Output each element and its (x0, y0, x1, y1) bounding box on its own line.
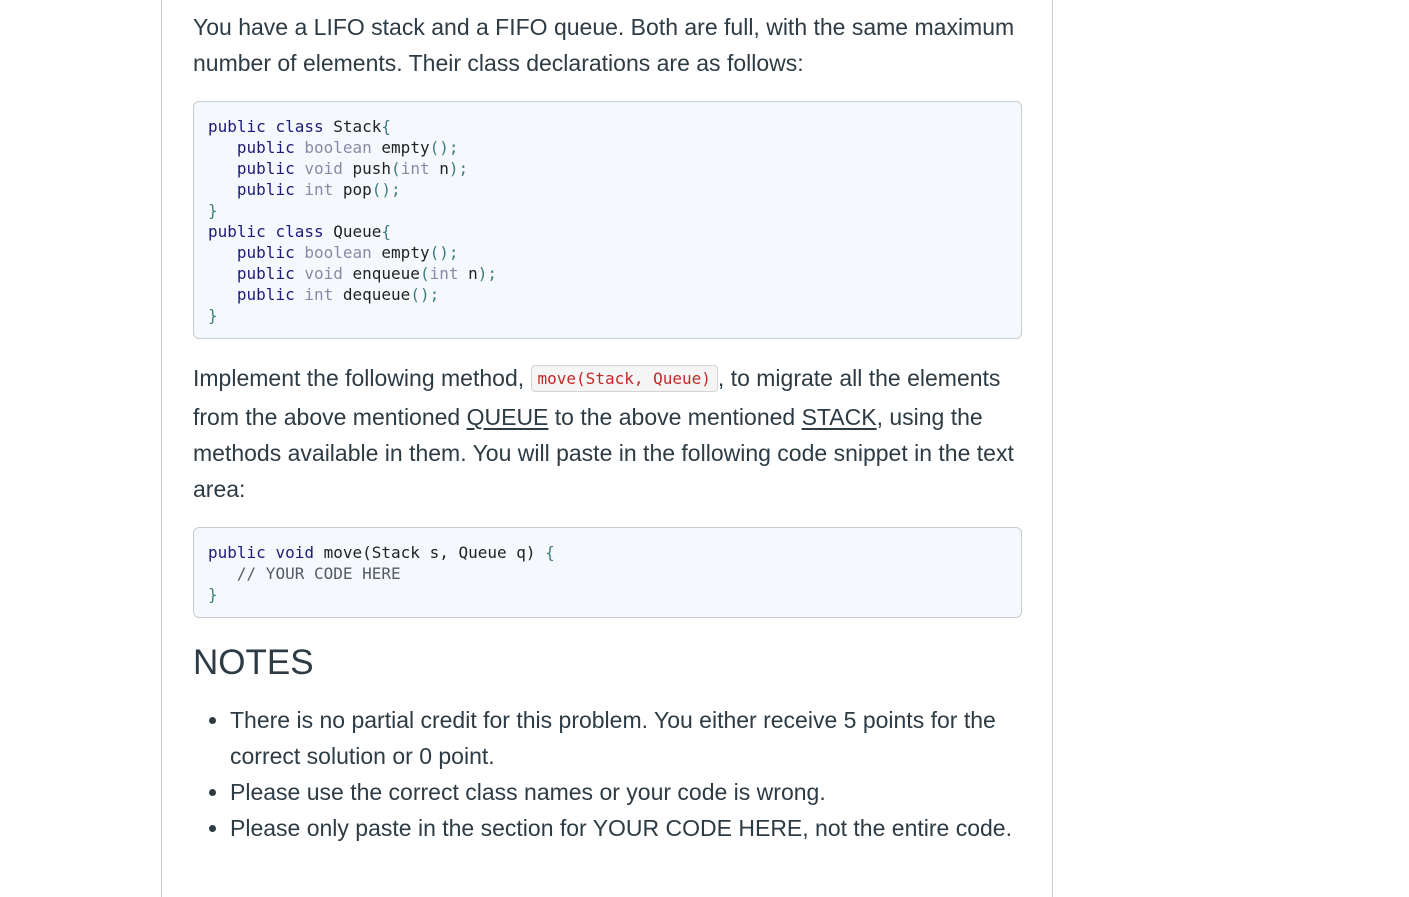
task-paragraph: Implement the following method, move(Sta… (193, 360, 1023, 507)
question-content: You have a LIFO stack and a FIFO queue. … (193, 0, 1023, 846)
code-line-queue-dequeue: public int dequeue(); (236, 285, 440, 304)
task-text-1: Implement the following method, (193, 365, 531, 391)
code-line-queue-empty: public boolean empty(); (236, 243, 459, 262)
method-inline-code: move(Stack, Queue) (530, 365, 718, 392)
code-line-signature: public void move(Stack s, Queue q) { (208, 543, 555, 562)
code-line-stack-empty: public boolean empty(); (236, 138, 459, 157)
code-line-queue-close: } (208, 306, 218, 325)
method-snippet-code-block: public void move(Stack s, Queue q) { // … (193, 527, 1022, 618)
code-line-method-close: } (208, 585, 218, 604)
code-line-comment: // YOUR CODE HERE (236, 564, 401, 583)
code-line-stack-class: public class Stack{ (208, 117, 392, 136)
code-line-stack-close: } (208, 201, 218, 220)
code-line-queue-enqueue: public void enqueue(int n); (236, 264, 498, 283)
code-line-stack-push: public void push(int n); (236, 159, 469, 178)
queue-underlined: QUEUE (466, 404, 549, 430)
stack-underlined: STACK (801, 404, 877, 430)
task-text-3: to the above mentioned (548, 404, 802, 430)
note-item: There is no partial credit for this prob… (230, 702, 1023, 774)
code-line-queue-class: public class Queue{ (208, 222, 392, 241)
note-item: Please only paste in the section for YOU… (230, 810, 1023, 846)
note-item: Please use the correct class names or yo… (230, 774, 1023, 810)
code-line-stack-pop: public int pop(); (236, 180, 401, 199)
intro-paragraph: You have a LIFO stack and a FIFO queue. … (193, 14, 1015, 76)
notes-list: There is no partial credit for this prob… (193, 702, 1023, 846)
notes-heading: NOTES (193, 643, 314, 682)
class-declarations-code-block: public class Stack{ public boolean empty… (193, 101, 1022, 339)
content-frame: You have a LIFO stack and a FIFO queue. … (161, 0, 1053, 897)
